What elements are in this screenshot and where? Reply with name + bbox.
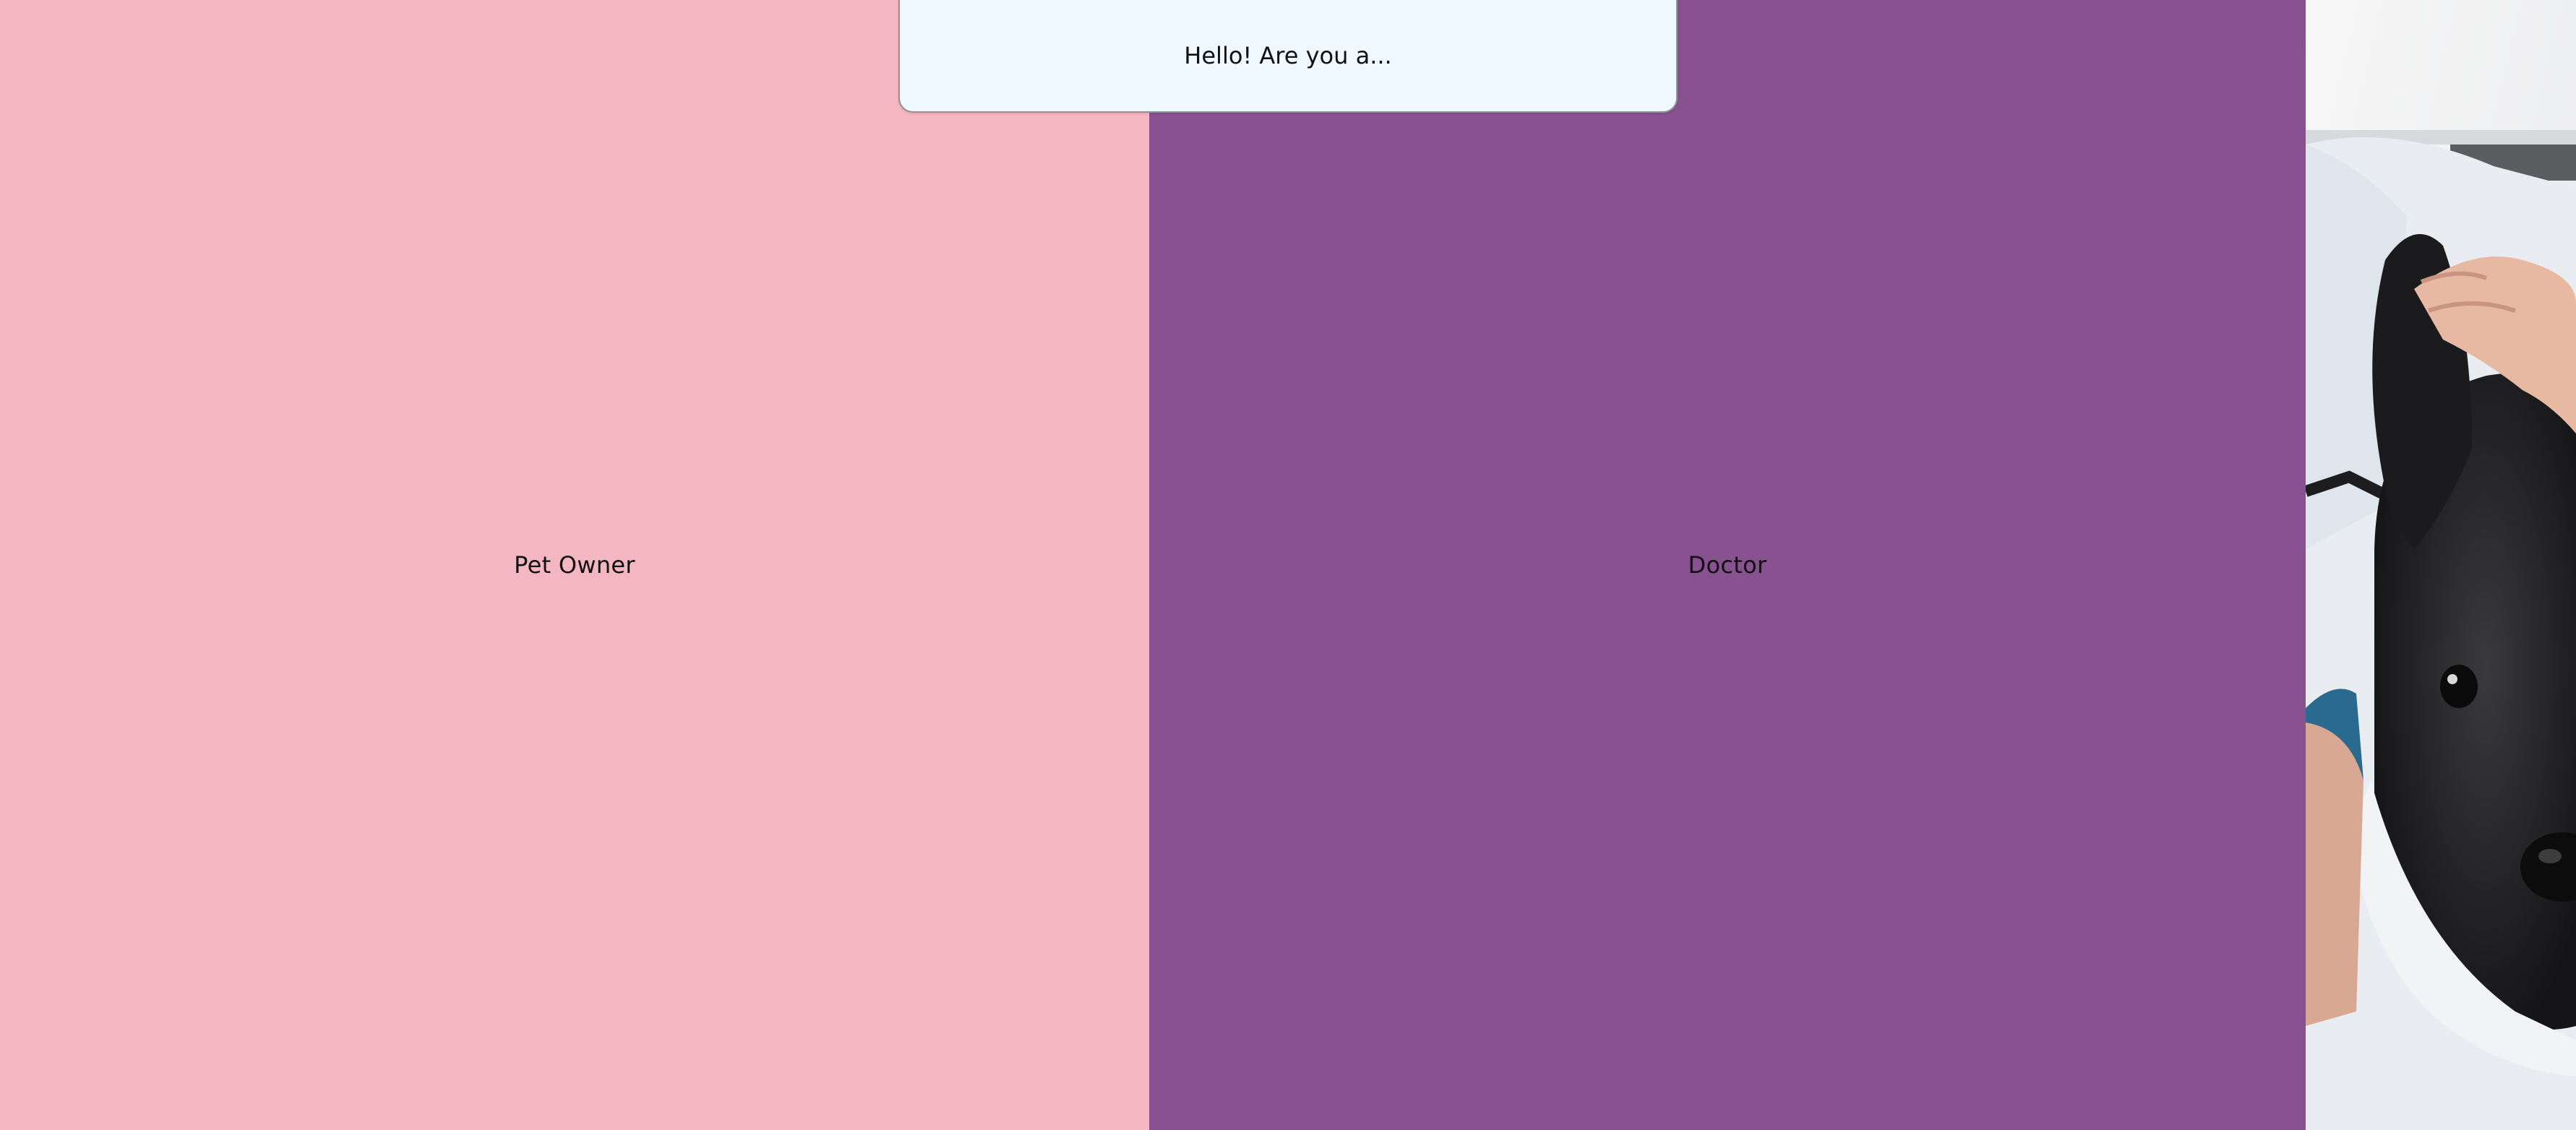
- pet-owner-label: Pet Owner: [514, 551, 635, 579]
- role-selection-screen: Pet Owner Doctor Hello! Are you a...: [0, 0, 2576, 1130]
- vet-with-dog-photo: [2306, 0, 2576, 1130]
- greeting-card: Hello! Are you a...: [898, 0, 1678, 113]
- doctor-option[interactable]: Doctor: [1149, 0, 2306, 1130]
- greeting-text: Hello! Are you a...: [1184, 42, 1392, 69]
- doctor-label: Doctor: [1688, 551, 1767, 579]
- pet-owner-option[interactable]: Pet Owner: [0, 0, 1149, 1130]
